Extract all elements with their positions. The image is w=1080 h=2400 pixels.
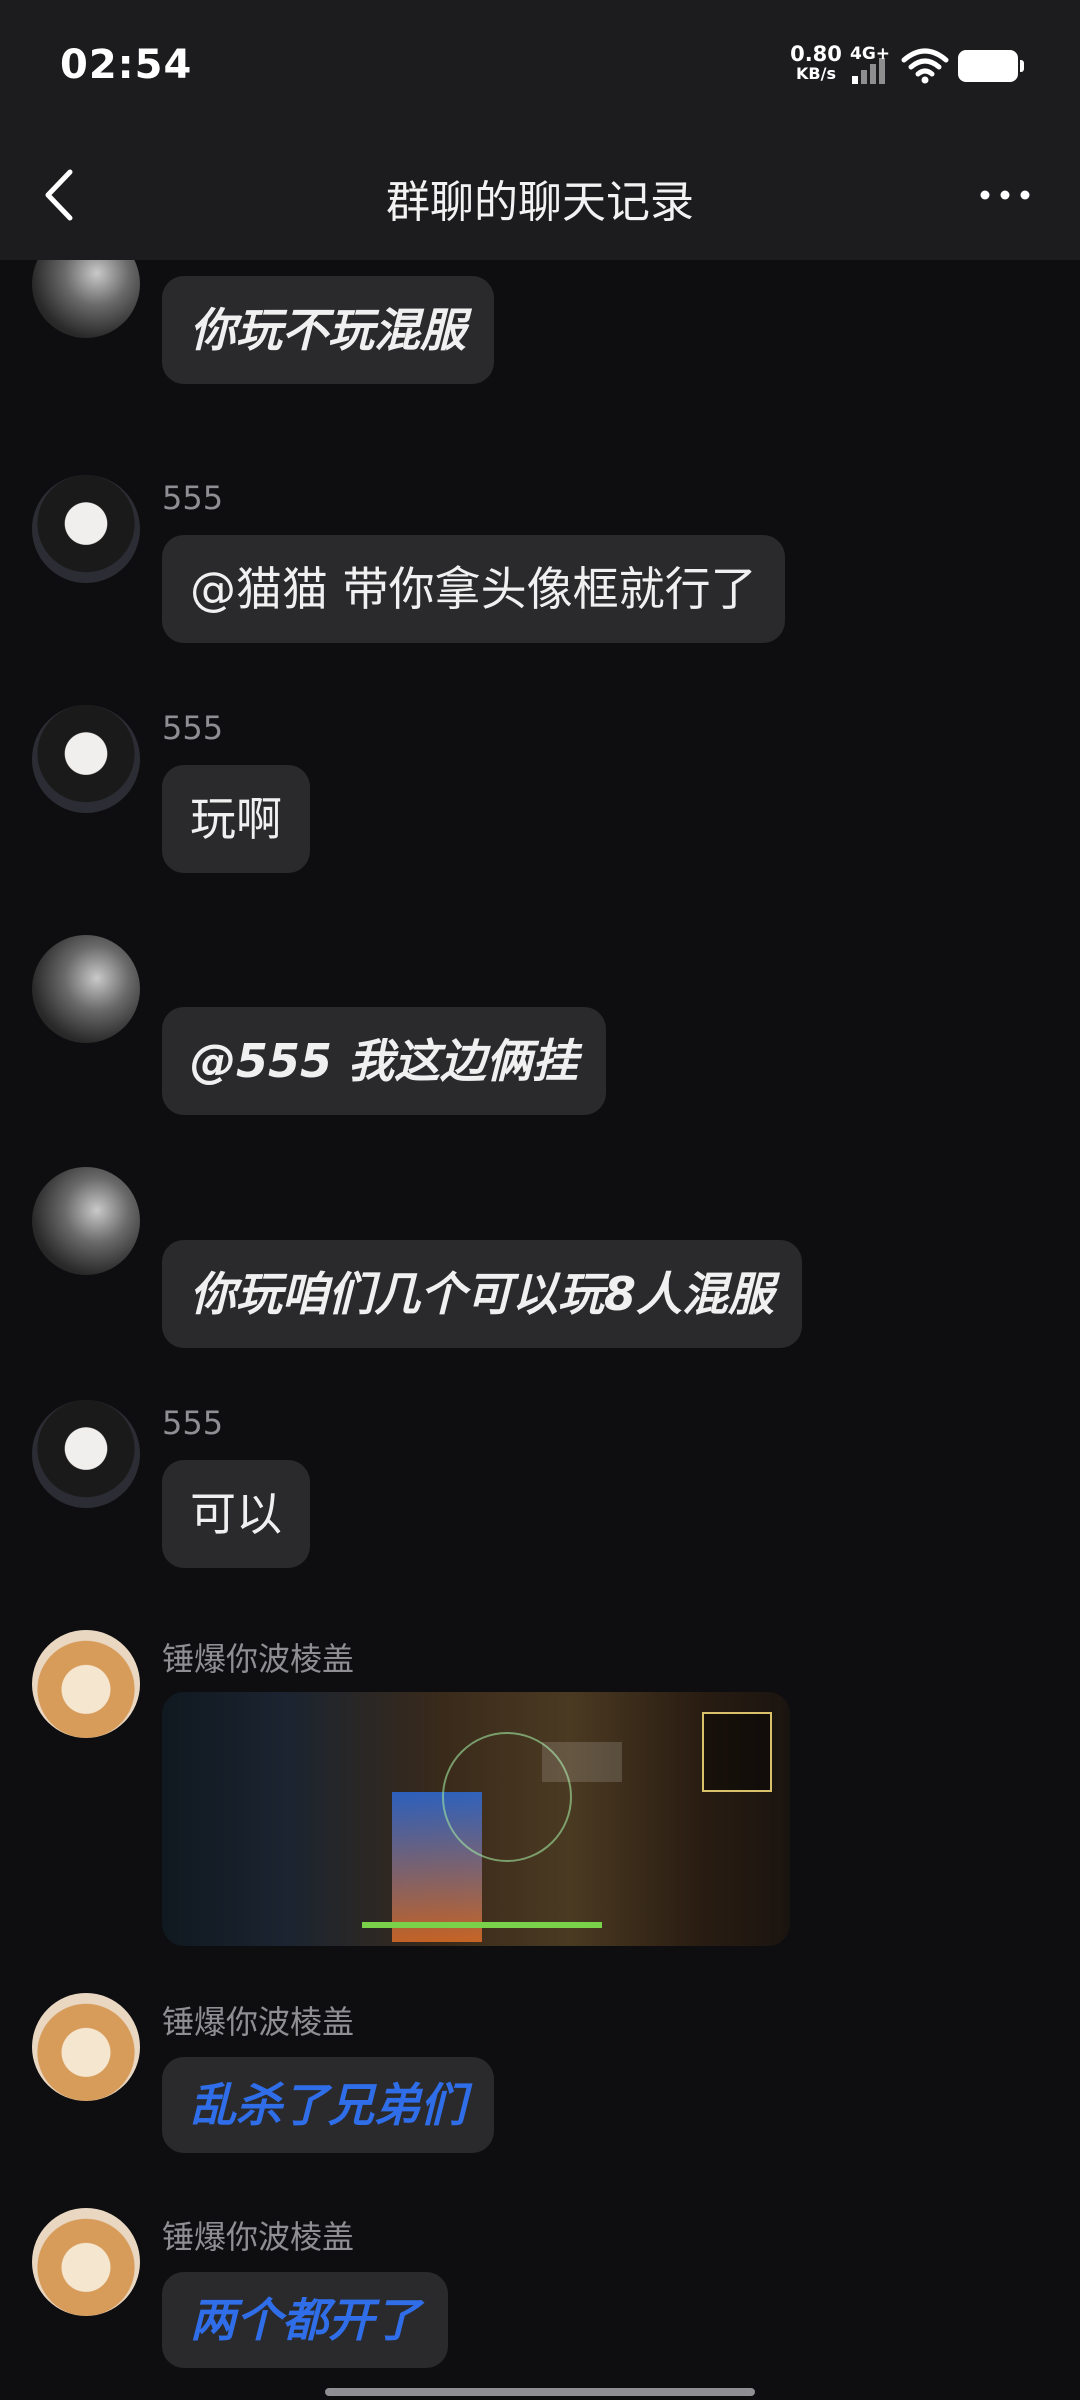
home-indicator[interactable] bbox=[325, 2388, 755, 2396]
avatar[interactable] bbox=[32, 2208, 140, 2316]
wifi-icon bbox=[901, 48, 949, 84]
more-dots-icon[interactable] bbox=[970, 160, 1040, 230]
net-speed-value: 0.80 bbox=[790, 42, 842, 66]
avatar[interactable] bbox=[32, 1630, 140, 1738]
message-bubble[interactable]: 玩啊 bbox=[162, 765, 310, 873]
avatar[interactable] bbox=[32, 475, 140, 583]
net-speed-unit: KB/s bbox=[796, 64, 836, 83]
sender-name: 锤爆你波棱盖 bbox=[162, 2218, 355, 2256]
image-detail bbox=[702, 1712, 772, 1792]
game-screenshot-image[interactable] bbox=[162, 1692, 790, 1946]
avatar[interactable] bbox=[32, 1993, 140, 2101]
avatar[interactable] bbox=[32, 260, 140, 338]
message-bubble[interactable]: @猫猫 带你拿头像框就行了 bbox=[162, 535, 785, 643]
message-bubble[interactable]: 乱杀了兄弟们 bbox=[162, 2057, 494, 2153]
clock: 02:54 bbox=[60, 42, 193, 88]
avatar[interactable] bbox=[32, 1400, 140, 1508]
status-bar: 02:54 0.80 KB/s 4G+ bbox=[0, 0, 1080, 130]
net-speed: 0.80 KB/s bbox=[786, 44, 846, 84]
message-bubble[interactable]: @555 我这边俩挂 bbox=[162, 1007, 607, 1115]
sender-name: 555 bbox=[162, 1404, 224, 1442]
message-bubble[interactable]: 你玩咱们几个可以玩8人混服 bbox=[162, 1240, 803, 1348]
sender-name: 锤爆你波棱盖 bbox=[162, 2003, 355, 2041]
image-detail bbox=[362, 1922, 602, 1928]
nav-bar: 群聊的聊天记录 bbox=[0, 130, 1080, 260]
chat-feed[interactable]: 你玩不玩混服 555 @猫猫 带你拿头像框就行了 555 玩啊 @555 我这边… bbox=[0, 260, 1080, 2400]
sender-name: 555 bbox=[162, 709, 224, 747]
sender-name: 555 bbox=[162, 479, 224, 517]
message-bubble[interactable]: 两个都开了 bbox=[162, 2272, 448, 2368]
battery-icon bbox=[958, 50, 1024, 82]
sender-name: 锤爆你波棱盖 bbox=[162, 1640, 355, 1678]
avatar[interactable] bbox=[32, 935, 140, 1043]
message-bubble[interactable]: 可以 bbox=[162, 1460, 310, 1568]
page-title: 群聊的聊天记录 bbox=[386, 177, 694, 228]
avatar[interactable] bbox=[32, 705, 140, 813]
signal-icon: 4G+ bbox=[850, 44, 894, 88]
image-detail bbox=[542, 1742, 622, 1782]
avatar[interactable] bbox=[32, 1167, 140, 1275]
message-bubble[interactable]: 你玩不玩混服 bbox=[162, 276, 494, 384]
